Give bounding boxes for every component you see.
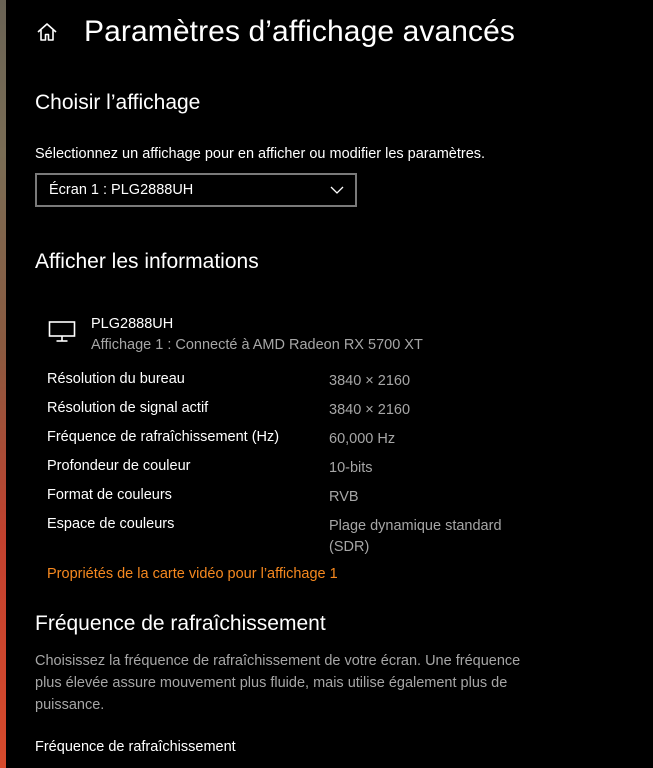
display-info-heading: Afficher les informations xyxy=(35,250,259,273)
header: Paramètres d’affichage avancés xyxy=(36,12,515,52)
info-label: Résolution de signal actif xyxy=(47,400,209,416)
info-value: 3840 × 2160 xyxy=(329,373,411,389)
home-icon[interactable] xyxy=(36,21,58,43)
chevron-down-icon xyxy=(329,183,345,197)
info-label: Profondeur de couleur xyxy=(47,458,191,474)
info-label: Format de couleurs xyxy=(47,487,172,503)
info-value: Plage dynamique standard (SDR) xyxy=(329,518,502,555)
display-info-table: Résolution du bureau 3840 × 2160 Résolut… xyxy=(47,371,607,558)
display-connection: Affichage 1 : Connecté à AMD Radeon RX 5… xyxy=(91,337,423,353)
info-value: 60,000 Hz xyxy=(329,431,396,447)
page-title: Paramètres d’affichage avancés xyxy=(84,15,516,48)
refresh-rate-field-label: Fréquence de rafraîchissement xyxy=(35,739,236,755)
settings-page: Paramètres d’affichage avancés Choisir l… xyxy=(0,0,653,768)
display-select-value: Écran 1 : PLG2888UH xyxy=(49,182,194,198)
info-row-desktop-resolution: Résolution du bureau 3840 × 2160 xyxy=(47,371,607,400)
info-row-color-space: Espace de couleurs Plage dynamique stand… xyxy=(47,516,607,558)
info-row-refresh-rate: Fréquence de rafraîchissement (Hz) 60,00… xyxy=(47,429,607,458)
monitor-icon xyxy=(48,320,76,344)
info-label: Résolution du bureau xyxy=(47,371,185,387)
refresh-rate-description: Choisissez la fréquence de rafraîchissem… xyxy=(35,653,521,713)
choose-display-heading: Choisir l’affichage xyxy=(35,91,201,114)
info-value: 3840 × 2160 xyxy=(329,402,411,418)
background-edge-strip xyxy=(0,0,6,768)
info-value: RVB xyxy=(329,489,359,505)
info-row-bit-depth: Profondeur de couleur 10-bits xyxy=(47,458,607,487)
display-select-dropdown[interactable]: Écran 1 : PLG2888UH xyxy=(35,173,357,207)
info-label: Fréquence de rafraîchissement (Hz) xyxy=(47,429,280,445)
adapter-properties-link[interactable]: Propriétés de la carte vidéo pour l’affi… xyxy=(47,566,338,582)
info-value: 10-bits xyxy=(329,460,373,476)
info-row-active-signal-resolution: Résolution de signal actif 3840 × 2160 xyxy=(47,400,607,429)
choose-display-description: Sélectionnez un affichage pour en affich… xyxy=(35,146,486,162)
info-row-color-format: Format de couleurs RVB xyxy=(47,487,607,516)
info-label: Espace de couleurs xyxy=(47,516,175,532)
display-name: PLG2888UH xyxy=(91,316,174,332)
refresh-rate-heading: Fréquence de rafraîchissement xyxy=(35,612,326,635)
